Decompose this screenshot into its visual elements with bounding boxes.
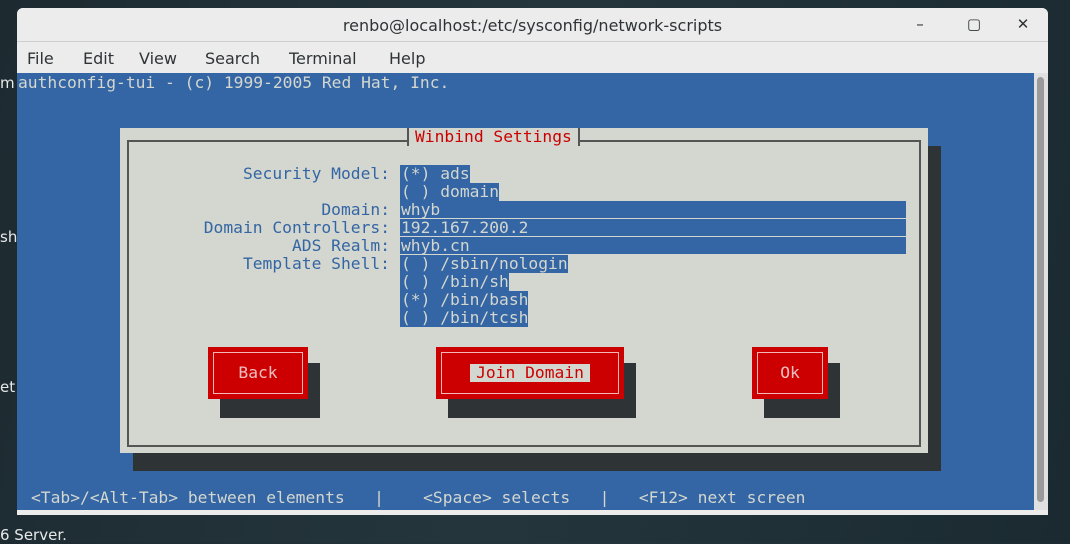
menu-search[interactable]: Search (205, 49, 260, 68)
ads-realm-input[interactable]: whyb.cn (400, 237, 906, 255)
domain-input[interactable]: whyb (400, 201, 906, 219)
ok-button[interactable]: Ok (752, 347, 828, 399)
security-model-domain-radio[interactable]: ( ) domain (400, 183, 500, 201)
back-button[interactable]: Back (208, 347, 308, 399)
window-title: renbo@localhost:/etc/sysconfig/network-s… (342, 16, 723, 35)
winbind-dialog: Winbind Settings Security Model: (*) ads… (120, 128, 928, 453)
status-f12-hint: <F12> next screen (638, 488, 806, 507)
minimize-icon[interactable]: – (910, 15, 930, 33)
shell-nologin-radio[interactable]: ( ) /sbin/nologin (400, 255, 568, 273)
desktop-fragment: m (0, 74, 15, 92)
menu-help[interactable]: Help (389, 49, 425, 68)
domain-controllers-input[interactable]: 192.167.200.2 (400, 219, 906, 237)
status-separator: | (374, 488, 384, 507)
desktop-fragment: et (0, 378, 16, 396)
dialog-title: Winbind Settings (407, 128, 580, 146)
status-separator: | (599, 488, 610, 507)
shell-sh-radio[interactable]: ( ) /bin/sh (400, 273, 509, 291)
security-model-ads-radio[interactable]: (*) ads (400, 165, 470, 183)
status-space-hint: <Space> selects (423, 488, 571, 507)
menu-file[interactable]: File (27, 49, 54, 68)
terminal-scrollbar[interactable] (1034, 73, 1048, 510)
join-domain-button[interactable]: Join Domain (436, 347, 624, 399)
close-icon[interactable]: ✕ (1013, 15, 1033, 33)
shell-tcsh-radio[interactable]: ( ) /bin/tcsh (400, 309, 529, 327)
scrollbar-thumb[interactable] (1037, 77, 1044, 502)
menu-edit[interactable]: Edit (83, 49, 114, 68)
menu-view[interactable]: View (139, 49, 177, 68)
maximize-icon[interactable]: ▢ (964, 15, 984, 33)
ok-button-label: Ok (780, 363, 800, 382)
status-tab-hint: <Tab>/<Alt-Tab> between elements (31, 488, 345, 507)
template-shell-label: Template Shell: (242, 254, 390, 273)
ads-realm-label: ADS Realm: (291, 236, 390, 255)
desktop-bottom-text: 6 Server. (0, 526, 67, 544)
terminal-screen[interactable]: authconfig-tui - (c) 1999-2005 Red Hat, … (17, 73, 1034, 510)
menu-bar: File Edit View Search Terminal Help (17, 42, 1048, 73)
title-bar[interactable]: renbo@localhost:/etc/sysconfig/network-s… (17, 8, 1048, 42)
join-domain-button-label: Join Domain (470, 364, 590, 382)
tui-header: authconfig-tui - (c) 1999-2005 Red Hat, … (18, 73, 450, 92)
security-model-label: Security Model: (242, 164, 390, 183)
status-bar: <Tab>/<Alt-Tab> between elements | <Spac… (31, 489, 805, 507)
menu-terminal[interactable]: Terminal (289, 49, 357, 68)
domain-controllers-label: Domain Controllers: (203, 218, 390, 237)
domain-label: Domain: (321, 200, 390, 219)
shell-bash-radio[interactable]: (*) /bin/bash (400, 291, 529, 309)
desktop-fragment: sh (0, 228, 18, 246)
back-button-label: Back (238, 363, 278, 382)
terminal-window: renbo@localhost:/etc/sysconfig/network-s… (17, 8, 1048, 515)
